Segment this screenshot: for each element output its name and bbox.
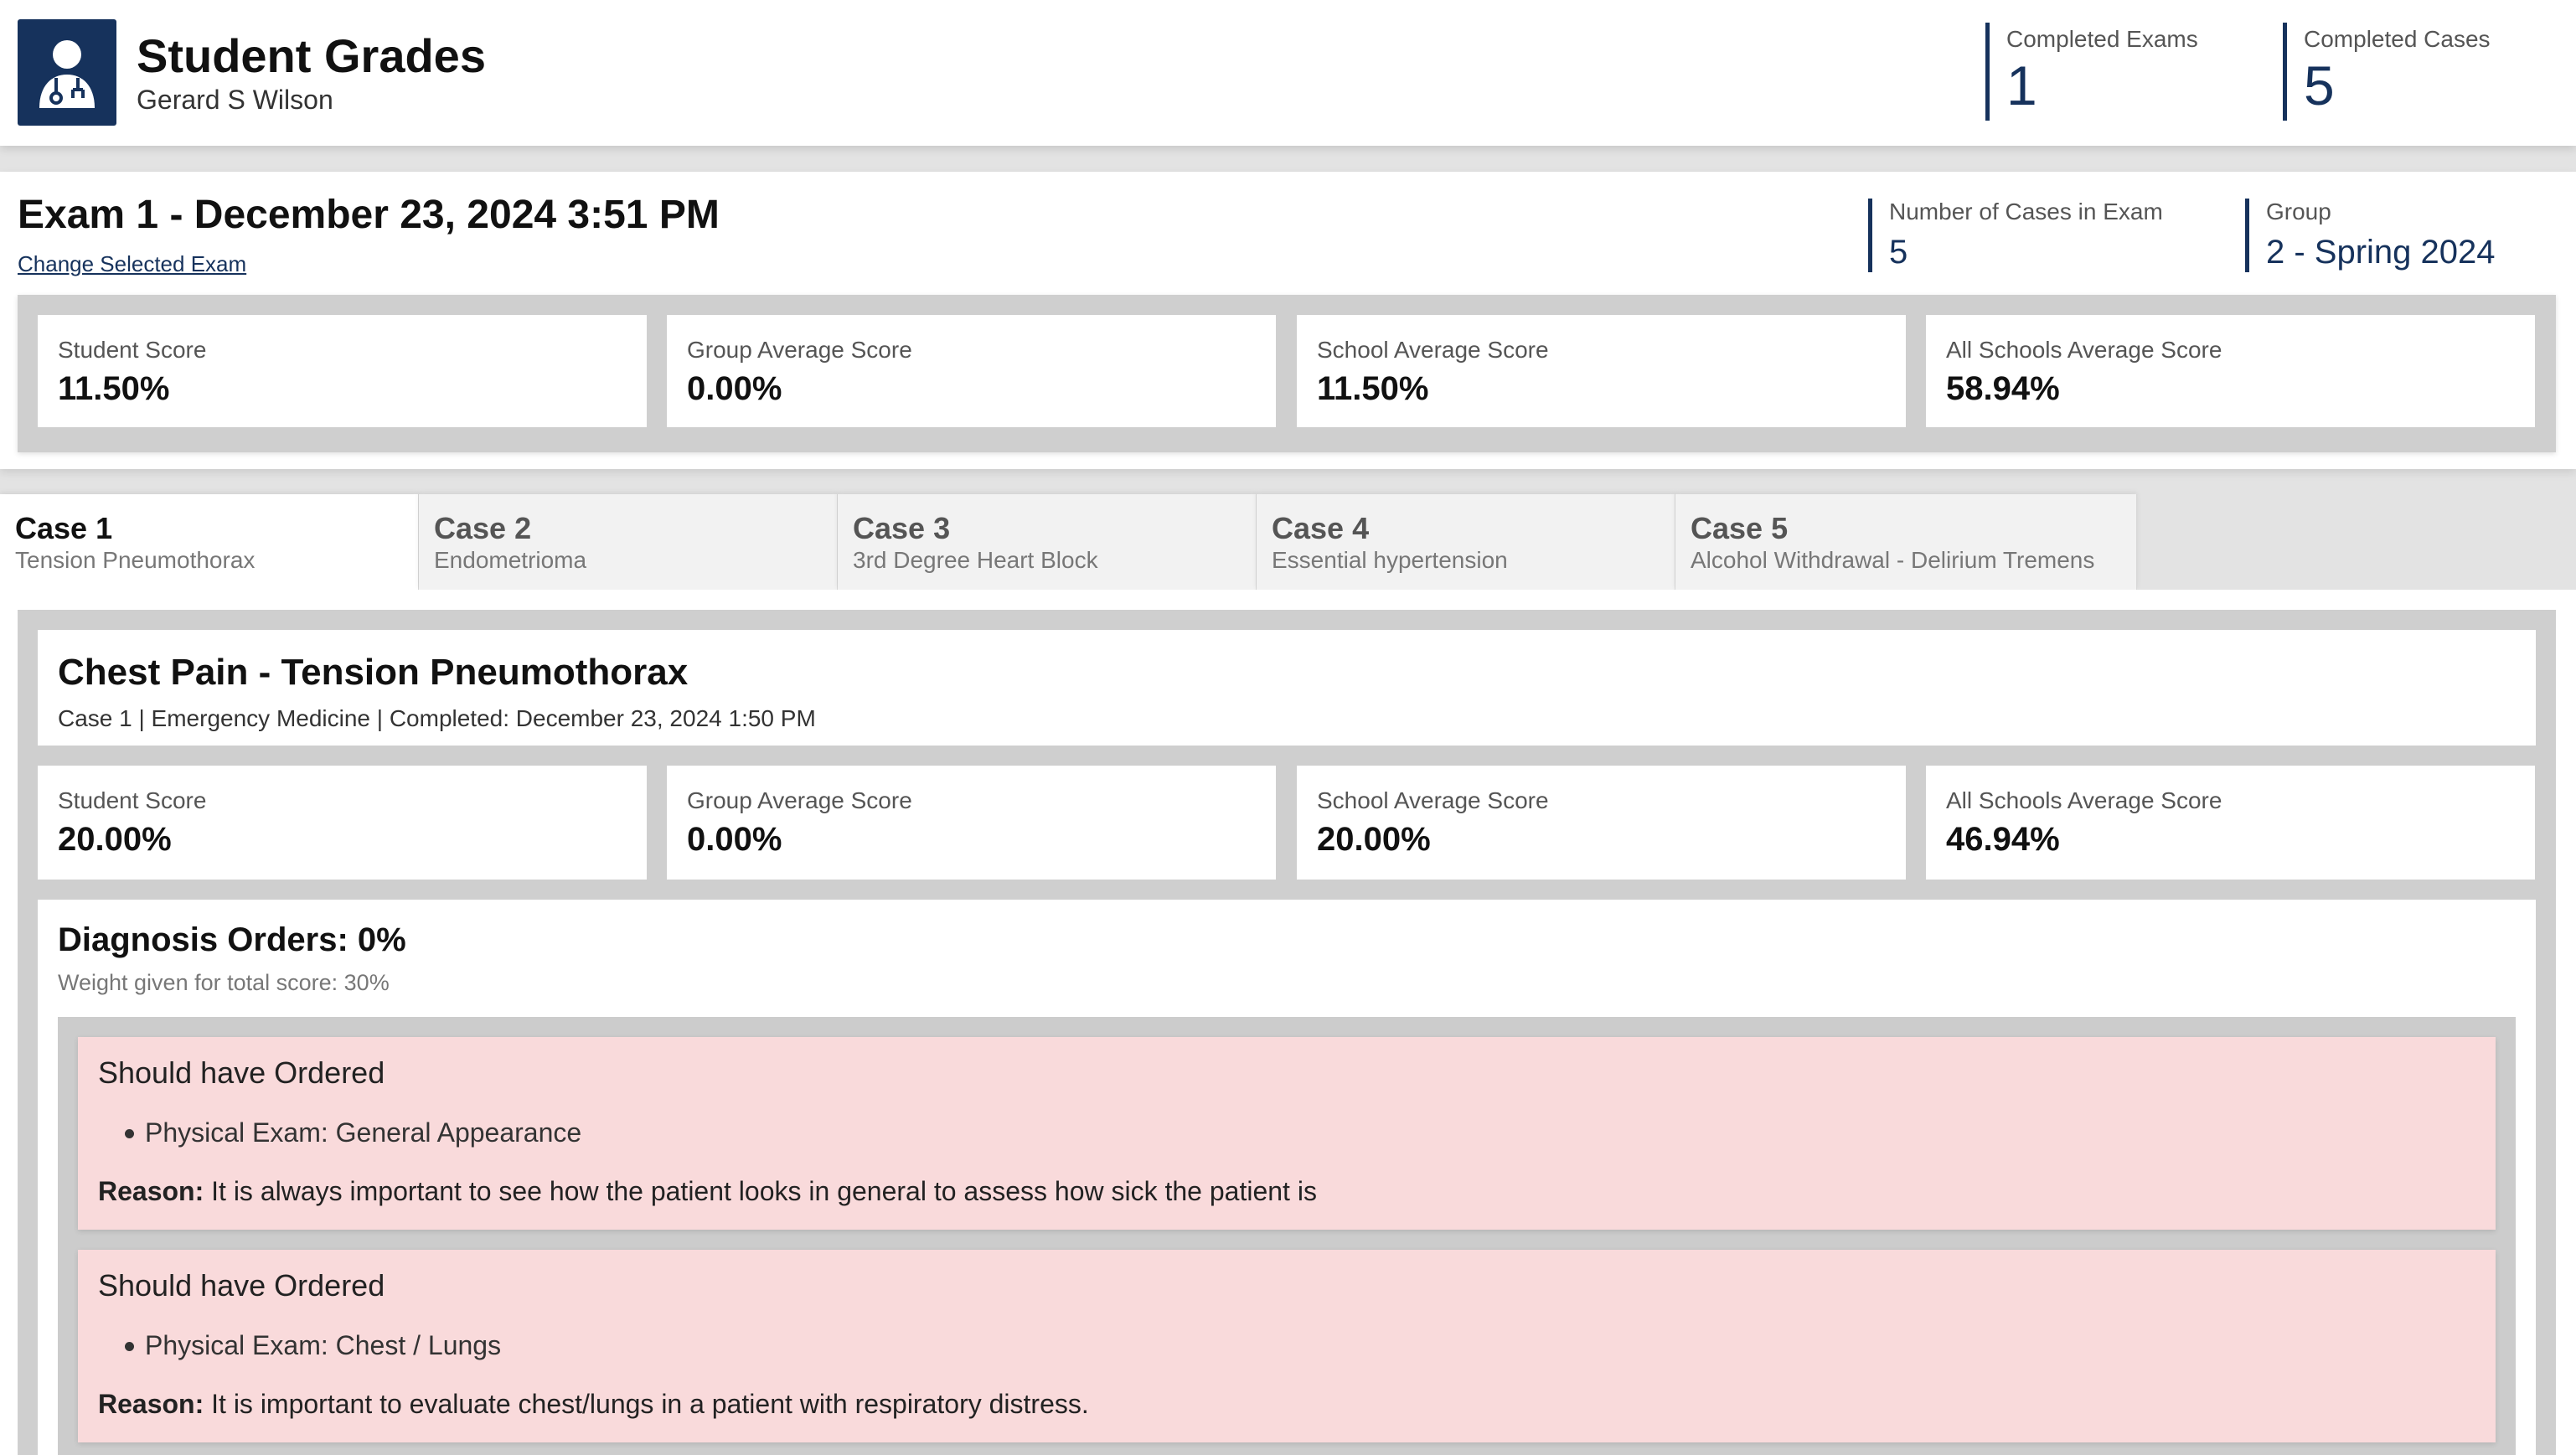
tab-label: Case 4 [1272, 511, 1370, 545]
stat-value: 2 - Spring 2024 [2266, 234, 2496, 271]
stat-value: 5 [2304, 54, 2335, 116]
order-item: Physical Exam: Chest / Lungs [145, 1330, 502, 1360]
stat-label: Group [2266, 199, 2331, 224]
doctor-icon [18, 19, 116, 126]
case-detail-container: Chest Pain - Tension Pneumothorax Case 1… [18, 610, 2556, 1455]
score-value: 20.00% [1317, 821, 1431, 858]
change-exam-link[interactable]: Change Selected Exam [18, 251, 246, 277]
case-meta: Case 1 | Emergency Medicine | Completed:… [58, 705, 816, 731]
student-score-card: Student Score 20.00% [38, 766, 647, 880]
score-value: 0.00% [687, 821, 782, 858]
case-scores: Student Score 20.00% Group Average Score… [18, 766, 2556, 880]
stat-value: 5 [1889, 234, 1908, 271]
reason-label: Reason: [98, 1176, 204, 1206]
number-of-cases-stat: Number of Cases in Exam 5 [1868, 199, 2163, 272]
tab-label: Case 3 [853, 511, 951, 545]
tab-label: Case 5 [1691, 511, 1789, 545]
diagnosis-orders-title: Diagnosis Orders: 0% [58, 921, 406, 958]
missed-order-card: Should have Ordered Physical Exam: Chest… [78, 1250, 2496, 1442]
score-label: Student Score [58, 787, 207, 813]
reason-text: It is always important to see how the pa… [211, 1176, 1317, 1206]
tab-subtitle: Tension Pneumothorax [15, 547, 256, 573]
tab-label: Case 1 [15, 511, 113, 545]
score-value: 11.50% [58, 370, 170, 407]
tab-case-2[interactable]: Case 2 Endometrioma [419, 494, 838, 590]
case-title: Chest Pain - Tension Pneumothorax [58, 652, 689, 693]
exam-scores: Student Score 11.50% Group Average Score… [18, 295, 2556, 452]
stat-label: Completed Exams [2006, 26, 2198, 52]
group-stat: Group 2 - Spring 2024 [2245, 199, 2496, 272]
all-schools-average-score-card: All Schools Average Score 46.94% [1926, 766, 2535, 880]
order-title: Should have Ordered [98, 1268, 385, 1303]
group-average-score-card: Group Average Score 0.00% [667, 315, 1276, 427]
score-label: All Schools Average Score [1946, 337, 2222, 363]
tab-subtitle: Endometrioma [434, 547, 587, 573]
exam-summary-panel: Exam 1 - December 23, 2024 3:51 PM Chang… [0, 172, 2576, 469]
reason-label: Reason: [98, 1389, 204, 1419]
score-label: Group Average Score [687, 337, 912, 363]
case-tabs: Case 1 Tension Pneumothorax Case 2 Endom… [0, 494, 2576, 590]
score-value: 0.00% [687, 370, 782, 407]
score-value: 11.50% [1317, 370, 1429, 407]
diagnosis-order-list: Should have Ordered Physical Exam: Gener… [58, 1017, 2516, 1455]
school-average-score-card: School Average Score 11.50% [1297, 315, 1906, 427]
score-label: School Average Score [1317, 337, 1549, 363]
score-value: 46.94% [1946, 821, 2060, 858]
tab-case-1[interactable]: Case 1 Tension Pneumothorax [0, 494, 419, 590]
bullet-icon [125, 1342, 134, 1351]
reason-text: It is important to evaluate chest/lungs … [211, 1389, 1089, 1419]
diagnosis-weight: Weight given for total score: 30% [58, 970, 390, 995]
case-detail-panel: Chest Pain - Tension Pneumothorax Case 1… [0, 590, 2576, 1455]
tab-subtitle: Alcohol Withdrawal - Delirium Tremens [1691, 547, 2095, 573]
student-name: Gerard S Wilson [137, 85, 333, 115]
page-title: Student Grades [137, 29, 486, 82]
completed-exams-stat: Completed Exams 1 [1985, 23, 2198, 121]
tab-label: Case 2 [434, 511, 532, 545]
score-value: 20.00% [58, 821, 172, 858]
stat-value: 1 [2006, 54, 2037, 116]
score-value: 58.94% [1946, 370, 2060, 407]
app-header: Student Grades Gerard S Wilson Completed… [0, 0, 2576, 146]
score-label: School Average Score [1317, 787, 1549, 813]
school-average-score-card: School Average Score 20.00% [1297, 766, 1906, 880]
missed-order-card: Should have Ordered Physical Exam: Gener… [78, 1037, 2496, 1230]
all-schools-average-score-card: All Schools Average Score 58.94% [1926, 315, 2535, 427]
order-title: Should have Ordered [98, 1055, 385, 1090]
tab-case-5[interactable]: Case 5 Alcohol Withdrawal - Delirium Tre… [1675, 494, 2137, 590]
order-item: Physical Exam: General Appearance [145, 1117, 582, 1148]
tab-case-3[interactable]: Case 3 3rd Degree Heart Block [838, 494, 1257, 590]
completed-cases-stat: Completed Cases 5 [2283, 23, 2491, 121]
group-average-score-card: Group Average Score 0.00% [667, 766, 1276, 880]
stat-label: Number of Cases in Exam [1889, 199, 2163, 224]
score-label: Group Average Score [687, 787, 912, 813]
order-reason: Reason: It is always important to see ho… [98, 1176, 1317, 1207]
tab-case-4[interactable]: Case 4 Essential hypertension [1257, 494, 1675, 590]
case-header: Chest Pain - Tension Pneumothorax Case 1… [38, 630, 2536, 746]
score-label: Student Score [58, 337, 207, 363]
bullet-icon [125, 1129, 134, 1138]
student-score-card: Student Score 11.50% [38, 315, 647, 427]
order-reason: Reason: It is important to evaluate ches… [98, 1389, 1089, 1420]
exam-title: Exam 1 - December 23, 2024 3:51 PM [18, 193, 720, 237]
score-label: All Schools Average Score [1946, 787, 2222, 813]
diagnosis-orders-section: Diagnosis Orders: 0% Weight given for to… [38, 900, 2536, 1455]
tab-subtitle: Essential hypertension [1272, 547, 1508, 573]
tab-subtitle: 3rd Degree Heart Block [853, 547, 1098, 573]
stat-label: Completed Cases [2304, 26, 2491, 52]
